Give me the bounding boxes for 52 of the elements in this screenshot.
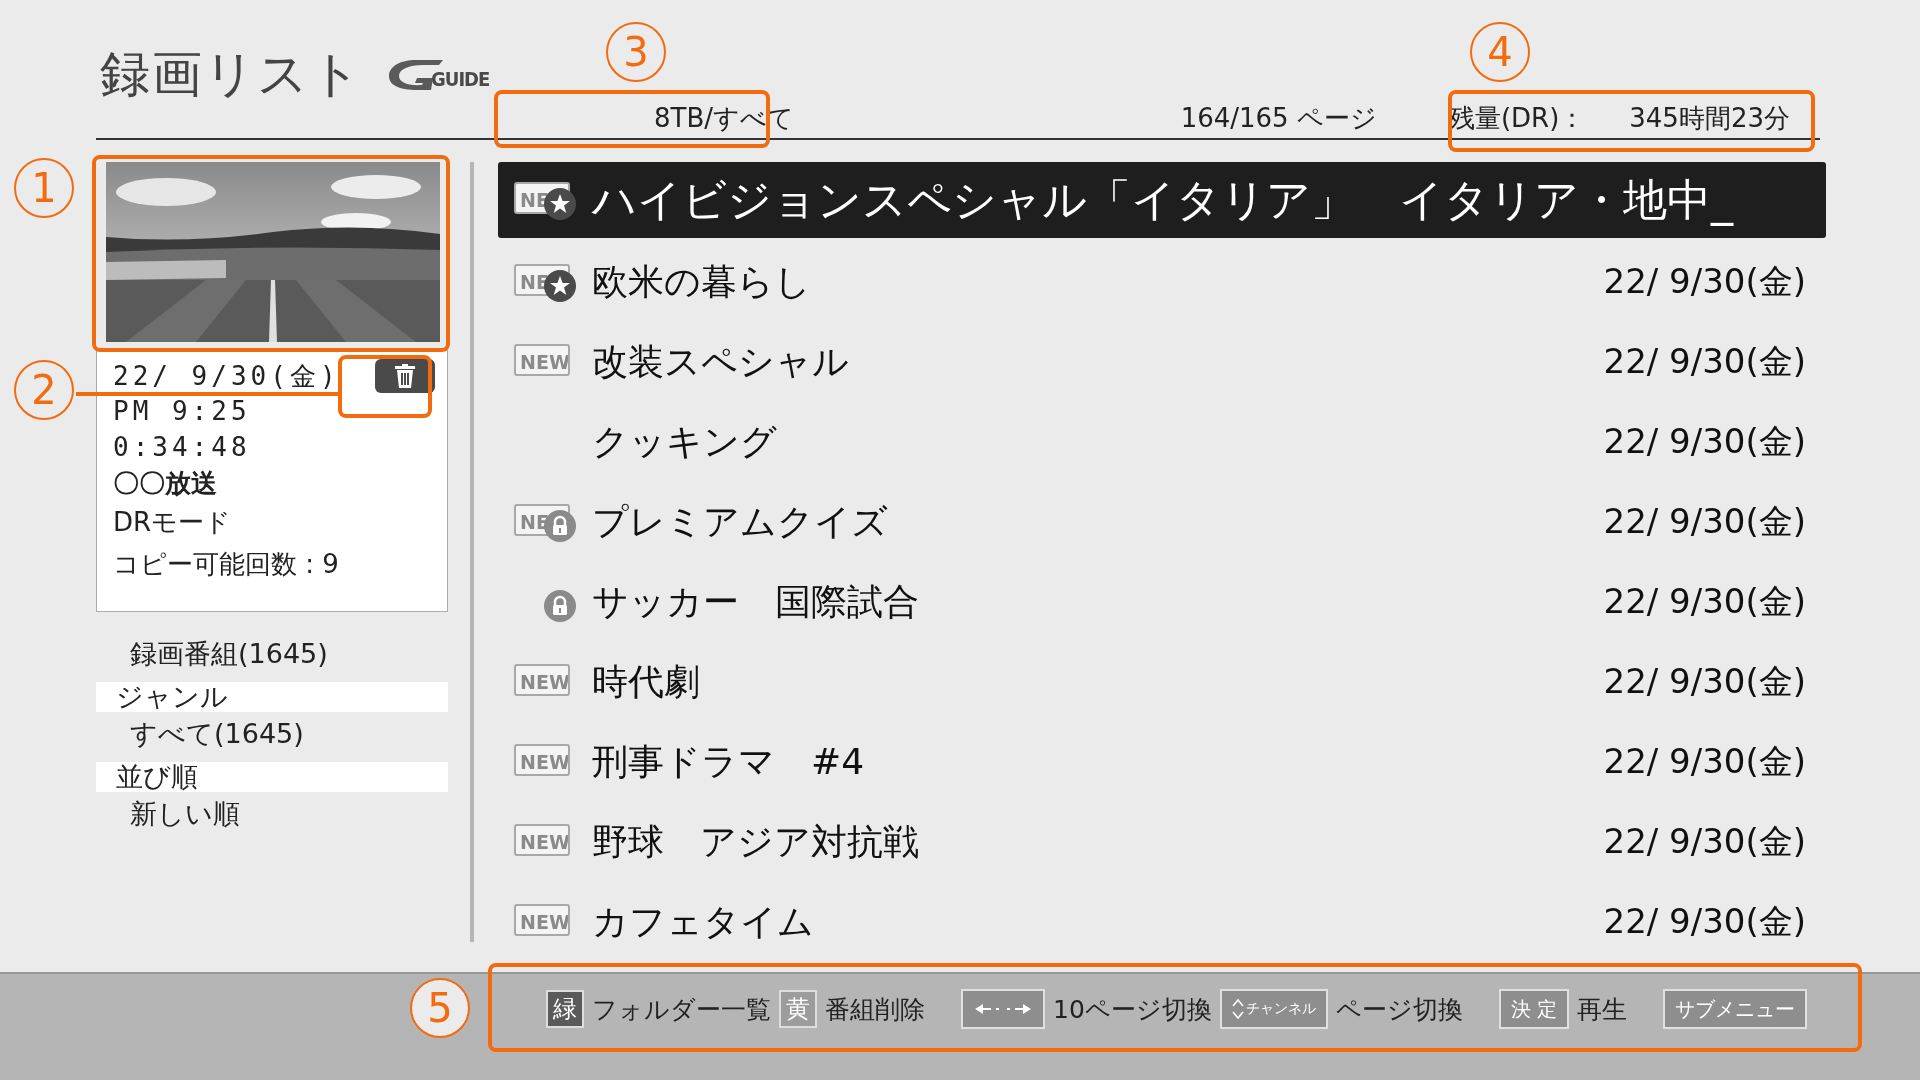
- page-counter: 164/165 ページ: [1180, 102, 1377, 135]
- recording-row[interactable]: サッカー 国際試合 22/ 9/30(金): [498, 562, 1826, 642]
- callout-number: 4: [1470, 22, 1530, 82]
- info-text: PM 9:25: [113, 395, 251, 428]
- program-title: 欧米の暮らし: [592, 259, 811, 304]
- callout-number: 2: [14, 360, 74, 420]
- key-hint-label: 再生: [1577, 993, 1628, 1026]
- left-right-arrow-icon: [973, 1001, 1033, 1017]
- program-title: 時代劇: [592, 659, 700, 704]
- program-title: ハイビジョンスペシャル「イタリア」 イタリア・地中_: [592, 172, 1733, 228]
- section-heading: 並び順: [96, 762, 448, 792]
- key-hint-label: フォルダー一覧: [592, 993, 771, 1026]
- trash-icon: [394, 364, 416, 388]
- record-date: 22/ 9/30(金): [1603, 820, 1806, 863]
- left-right-key[interactable]: [961, 989, 1045, 1029]
- program-title: 刑事ドラマ #4: [592, 739, 865, 784]
- info-text: 0:34:48: [113, 431, 251, 464]
- callout-number: 3: [606, 22, 666, 82]
- recording-row[interactable]: クッキング 22/ 9/30(金): [498, 402, 1826, 482]
- info-text: 22/ 9/30(金): [113, 364, 340, 388]
- program-title: サッカー 国際試合: [592, 579, 919, 624]
- screen-title: 録画リスト: [100, 44, 363, 105]
- info-text: 〇〇放送: [113, 467, 217, 500]
- record-date: 22/ 9/30(金): [1603, 660, 1806, 703]
- filter-item[interactable]: 新しい順: [96, 792, 448, 836]
- info-text: コピー可能回数 : 9: [113, 548, 339, 581]
- record-date: 22/ 9/30(金): [1603, 340, 1806, 383]
- key-hint-label: 10ページ切換: [1053, 993, 1212, 1026]
- section-heading: ジャンル: [96, 682, 448, 712]
- color-key[interactable]: 緑: [546, 990, 584, 1028]
- program-title: クッキング: [592, 419, 777, 464]
- record-date: 22/ 9/30(金): [1603, 420, 1806, 463]
- record-date: 22/ 9/30(金): [1603, 740, 1806, 783]
- delete-button[interactable]: [375, 359, 435, 393]
- filter-item[interactable]: すべて(1645): [96, 712, 448, 756]
- record-date: 22/ 9/30(金): [1603, 900, 1806, 943]
- record-date: 22/ 9/30(金): [1603, 500, 1806, 543]
- key-hint-label: ページ切換: [1335, 993, 1463, 1026]
- guide-logo: GUIDE: [387, 57, 490, 92]
- drive-label: 8TB/すべて: [654, 102, 795, 135]
- program-title: 野球 アジア対抗戦: [592, 819, 919, 864]
- key-hint-label: 番組削除: [825, 993, 925, 1026]
- filter-item[interactable]: 録画番組(1645): [96, 632, 448, 676]
- program-title: 改装スペシャル: [592, 339, 849, 384]
- callout-number: 1: [14, 158, 74, 218]
- info-text: DRモード: [113, 506, 232, 539]
- remaining-time: 345時間23分: [1629, 102, 1790, 135]
- record-date: 22/ 9/30(金): [1603, 580, 1806, 623]
- program-title: カフェタイム: [592, 899, 814, 944]
- program-title: プレミアムクイズ: [592, 499, 888, 544]
- record-date: 22/ 9/30(金): [1603, 260, 1806, 303]
- up-down-icon: [1231, 997, 1244, 1021]
